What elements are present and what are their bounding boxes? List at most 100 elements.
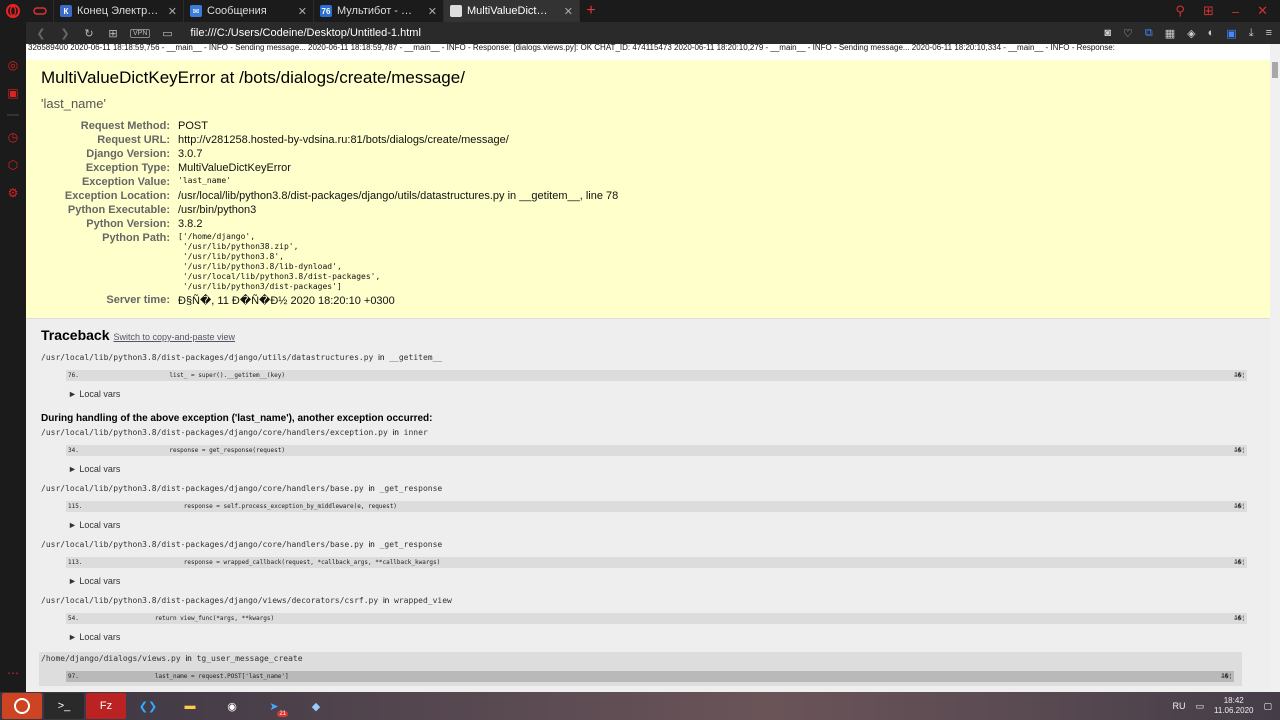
switch-view-link[interactable]: Switch to copy-and-paste view [114, 332, 236, 342]
tab-close-icon[interactable]: ✕ [298, 5, 307, 18]
extension-icon[interactable]: ▦ [1165, 27, 1175, 40]
tab-close-icon[interactable]: ✕ [168, 5, 177, 18]
minimize-button[interactable]: – [1232, 4, 1239, 19]
taskbar-filezilla-icon[interactable]: Fz [86, 693, 126, 719]
extension-z-icon[interactable]: ▣ [1226, 27, 1236, 40]
frame-context-line[interactable]: 113. response = wrapped_callback(request… [66, 557, 1247, 568]
site-info-icon[interactable]: ▭ [160, 27, 174, 40]
frame-context-line[interactable]: 54. return view_func(*args, **kwargs) â�… [66, 613, 1247, 624]
local-vars-toggle[interactable]: ► Local vars [68, 632, 1255, 642]
system-clock[interactable]: 18:42 11.06.2020 [1214, 696, 1253, 716]
taskbar-opera-icon[interactable] [2, 693, 42, 719]
frame-in-label: in [368, 540, 375, 549]
frame-function: _get_response [379, 484, 443, 493]
frame-file: /usr/local/lib/python3.8/dist-packages/d… [41, 484, 364, 493]
notifications-icon[interactable]: ▢ [1263, 701, 1272, 712]
back-button[interactable]: ❮ [34, 27, 48, 40]
expand-context-icon[interactable]: â�¦ [1234, 615, 1245, 622]
snapshot-icon[interactable]: ◙ [1104, 27, 1111, 39]
expand-context-icon[interactable]: â�¦ [1234, 447, 1245, 454]
expand-context-icon[interactable]: â�¦ [1234, 372, 1245, 379]
download-icon[interactable]: ⤓ [1249, 27, 1254, 40]
close-window-button[interactable]: ✕ [1257, 3, 1268, 19]
frame-context-line[interactable]: 115. response = self.process_exception_b… [66, 501, 1247, 512]
scrollbar-thumb[interactable] [1272, 62, 1278, 78]
row-value: http://v281258.hosted-by-vdsina.ru:81/bo… [178, 134, 509, 146]
frame-function: _get_response [379, 540, 443, 549]
workspaces-icon[interactable]: ⊞ [1203, 3, 1214, 19]
traceback-frame: /usr/local/lib/python3.8/dist-packages/d… [41, 353, 1255, 399]
taskbar-explorer-icon[interactable]: ▬ [170, 693, 210, 719]
browser-tab[interactable]: MultiValueDictKeyError at / ✕ [444, 0, 580, 22]
python-path-entry: '/usr/lib/python38.zip', [178, 242, 299, 251]
frame-context-line[interactable]: 34. response = get_response(request) â�¦ [66, 445, 1247, 456]
language-indicator[interactable]: RU [1173, 701, 1186, 711]
easy-setup-icon[interactable]: ≡ [1266, 27, 1272, 39]
taskbar-chrome-icon[interactable]: ◉ [212, 693, 252, 719]
browser-tab[interactable]: 76 Мультибот - CRM ✕ [314, 0, 444, 22]
frame-path: /usr/local/lib/python3.8/dist-packages/d… [41, 596, 1255, 605]
reload-button[interactable]: ↻ [82, 27, 96, 40]
forward-button[interactable]: ❯ [58, 27, 72, 40]
speed-dial-icon[interactable]: ◎ [6, 58, 20, 72]
frame-file: /usr/local/lib/python3.8/dist-packages/d… [41, 540, 364, 549]
python-path-entry: ['/home/django', [178, 232, 256, 241]
row-label: Exception Location: [64, 190, 170, 202]
vpn-badge[interactable]: VPN [130, 28, 151, 38]
frame-path: /usr/local/lib/python3.8/dist-packages/d… [41, 540, 1255, 549]
frame-context-line[interactable]: 76. list_ = super().__getitem__(key) â�¦ [66, 370, 1247, 381]
tab-title: Конец Электроники - Сон [77, 5, 159, 17]
extension-cube-icon[interactable]: ◈ [1187, 27, 1195, 40]
frame-file: /usr/local/lib/python3.8/dist-packages/d… [41, 596, 379, 605]
meta-row: Django Version: 3.0.7 [41, 147, 618, 161]
local-vars-toggle[interactable]: ► Local vars [68, 576, 1255, 586]
tray-notify-icon[interactable]: ▭ [1196, 701, 1205, 712]
tab-pinned[interactable] [26, 0, 54, 22]
tab-close-icon[interactable]: ✕ [564, 5, 573, 18]
traceback-frame: /usr/local/lib/python3.8/dist-packages/d… [41, 596, 1255, 642]
history-icon[interactable]: ◷ [6, 130, 20, 144]
settings-gear-icon[interactable]: ⚙ [6, 186, 20, 200]
cube-icon[interactable]: ⬡ [6, 158, 20, 172]
search-tabs-icon[interactable]: ⚲ [1175, 3, 1185, 19]
local-vars-toggle[interactable]: ► Local vars [68, 389, 1255, 399]
browser-tab[interactable]: К Конец Электроники - Сон ✕ [54, 0, 184, 22]
taskbar-telegram-icon[interactable]: ➤ 21 [254, 693, 294, 719]
taskbar-app-icon[interactable]: ◆ [296, 693, 336, 719]
meta-row: Request URL: http://v281258.hosted-by-vds… [41, 133, 618, 147]
new-tab-button[interactable]: + [580, 0, 602, 22]
ad-block-icon[interactable]: ◐ [1208, 27, 1215, 39]
game-controller-icon [32, 7, 47, 15]
url-field[interactable]: file:///C:/Users/Codeine/Desktop/Untitle… [190, 27, 420, 39]
tab-close-icon[interactable]: ✕ [428, 5, 437, 18]
local-vars-toggle[interactable]: ► Local vars [68, 464, 1255, 474]
local-vars-toggle[interactable]: ► Local vars [68, 520, 1255, 530]
taskbar-terminal-icon[interactable]: >_ [44, 693, 84, 719]
row-label: Server time: [106, 294, 170, 306]
home-grid-icon[interactable]: ⊞ [106, 27, 120, 40]
browser-tab-bar: К Конец Электроники - Сон ✕ ✉ Сообщения ✕ 76 Му… [0, 0, 1280, 22]
frame-code: response = get_response(request) [126, 447, 285, 454]
row-value: 3.0.7 [178, 148, 203, 160]
expand-context-icon[interactable]: â�¦ [1234, 559, 1245, 566]
sidebar-more-icon[interactable]: ⋯ [6, 666, 20, 680]
expand-context-icon[interactable]: â�¦ [1221, 673, 1232, 680]
page-scrollbar[interactable] [1270, 44, 1280, 692]
tab-title: Сообщения [207, 5, 267, 17]
meta-row: Request Method: POST [41, 119, 618, 133]
clock-time: 18:42 [1223, 696, 1244, 705]
frame-function: __getitem__ [389, 353, 443, 362]
bookmark-heart-icon[interactable]: ♡ [1123, 27, 1133, 40]
opera-menu-button[interactable] [0, 0, 26, 22]
translate-icon[interactable]: ⧉ [1145, 27, 1153, 40]
browser-tab[interactable]: ✉ Сообщения ✕ [184, 0, 314, 22]
taskbar-vscode-icon[interactable]: ❮❯ [128, 693, 168, 719]
frame-code: last_name = request.POST['last_name'] [126, 673, 289, 680]
messenger-icon[interactable]: ▣ [6, 86, 20, 100]
frame-code: list_ = super().__getitem__(key) [126, 372, 285, 379]
tab-favicon-icon: ✉ [190, 5, 202, 17]
expand-context-icon[interactable]: â�¦ [1234, 503, 1245, 510]
frame-context-line[interactable]: 97. last_name = request.POST['last_name'… [66, 671, 1234, 682]
traceback-heading: Traceback Switch to copy-and-paste view [41, 327, 1255, 343]
row-value: 3.8.2 [178, 218, 203, 230]
